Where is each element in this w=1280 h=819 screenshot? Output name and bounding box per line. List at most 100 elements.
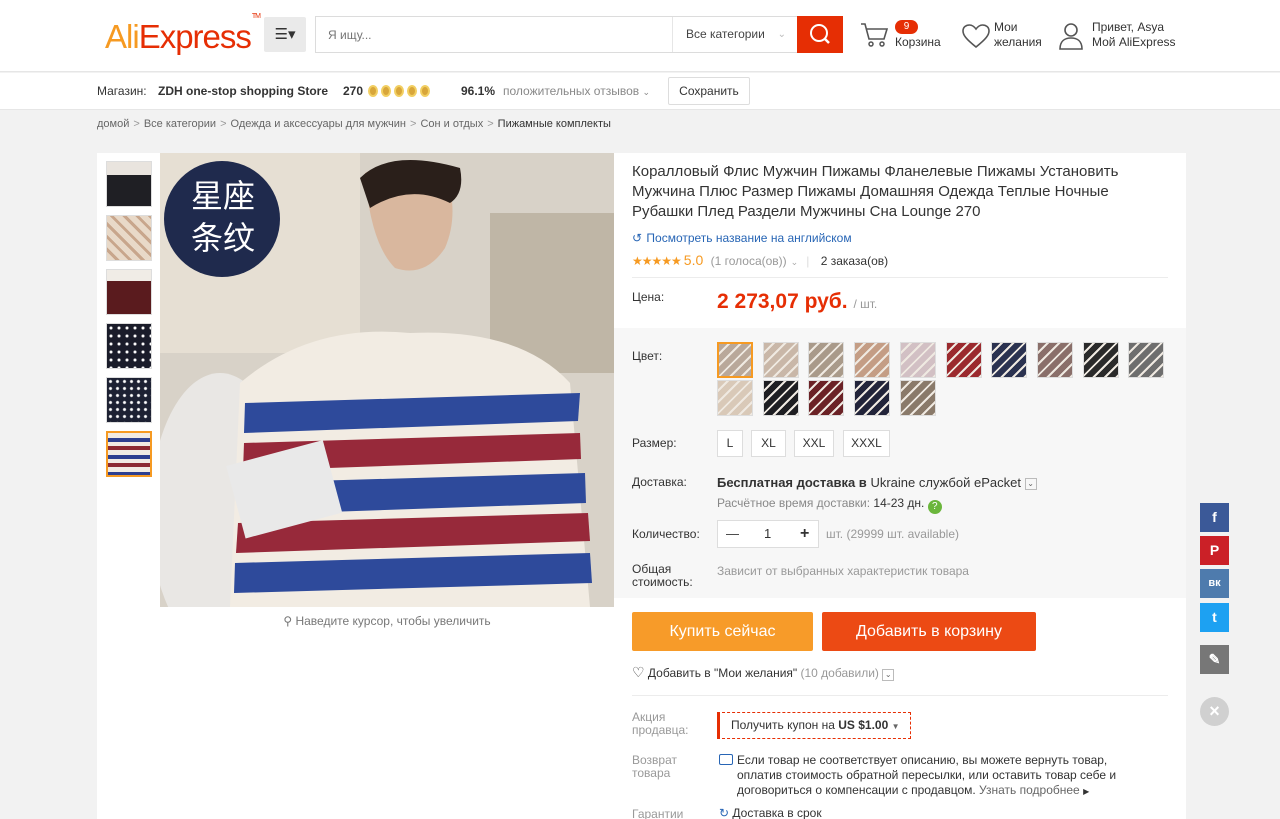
pinterest-share-icon[interactable]: P bbox=[1200, 536, 1229, 565]
store-score: 270 bbox=[343, 84, 364, 98]
close-icon[interactable]: × bbox=[1200, 697, 1229, 726]
color-swatch[interactable] bbox=[854, 380, 891, 416]
color-swatch[interactable] bbox=[854, 342, 891, 378]
logo-tm: TM bbox=[251, 13, 261, 20]
product-thumbnail[interactable] bbox=[106, 269, 152, 315]
rating-row: ★★★★★ 5.0 (1 голоса(ов)) ⌄ | 2 заказа(ов) bbox=[632, 252, 888, 270]
edit-icon[interactable]: ✎ bbox=[1200, 645, 1229, 674]
help-icon[interactable]: ? bbox=[927, 500, 942, 514]
breadcrumb-home[interactable]: домой bbox=[97, 118, 129, 130]
main-product-image[interactable]: 星座 条纹 bbox=[160, 153, 614, 607]
search-input[interactable] bbox=[316, 17, 671, 52]
product-thumbnail[interactable] bbox=[106, 377, 152, 423]
learn-more-link[interactable]: Узнать подробнее bbox=[979, 783, 1080, 797]
minus-button[interactable]: — bbox=[726, 521, 739, 547]
rating-stars-icon: ★★★★★ bbox=[632, 254, 682, 268]
english-title-text: Посмотреть название на английском bbox=[646, 231, 852, 245]
vk-share-icon[interactable]: вк bbox=[1200, 569, 1229, 598]
color-swatch[interactable] bbox=[1082, 342, 1119, 378]
delivery-time: Расчётное время доставки: 14-23 дн. ? bbox=[717, 496, 942, 514]
color-swatch[interactable] bbox=[808, 380, 845, 416]
plus-button[interactable]: + bbox=[800, 521, 809, 547]
wishlist-line2: желания bbox=[994, 35, 1042, 49]
product-thumbnail-selected[interactable] bbox=[106, 431, 152, 477]
color-swatch[interactable] bbox=[945, 342, 982, 378]
magnifier-icon: ⚲ bbox=[283, 614, 293, 628]
breadcrumb-separator: > bbox=[487, 118, 494, 130]
size-option-xl[interactable]: XL bbox=[751, 430, 786, 457]
return-icon bbox=[719, 754, 733, 765]
rating-divider: | bbox=[806, 254, 810, 268]
get-coupon-button[interactable]: Получить купон на US $1.00 ▼ bbox=[717, 712, 911, 739]
search-icon bbox=[810, 24, 830, 44]
account-greeting: Привет, Asya bbox=[1092, 20, 1165, 34]
color-swatch-selected[interactable] bbox=[717, 342, 753, 378]
chevron-down-icon: ⌄ bbox=[882, 669, 895, 681]
medal-icon bbox=[368, 85, 378, 97]
breadcrumb-all-categories[interactable]: Все категории bbox=[144, 118, 216, 130]
color-swatch[interactable] bbox=[991, 342, 1028, 378]
color-swatch[interactable] bbox=[899, 342, 936, 378]
user-icon[interactable] bbox=[1059, 22, 1083, 50]
logo-ali: Ali bbox=[105, 18, 140, 55]
return-label-line2: товара bbox=[632, 766, 671, 780]
breadcrumb-mens-clothing[interactable]: Одежда и аксессуары для мужчин bbox=[231, 118, 406, 130]
price: 2 273,07 руб. / шт. bbox=[717, 289, 877, 317]
delivery-label: Доставка: bbox=[632, 475, 687, 489]
color-swatch[interactable] bbox=[762, 342, 799, 378]
breadcrumb-sleep[interactable]: Сон и отдых bbox=[420, 118, 483, 130]
medal-icon bbox=[381, 85, 391, 97]
rating-votes-link[interactable]: (1 голоса(ов)) bbox=[711, 254, 787, 268]
guarantee-label: Гарантии bbox=[632, 807, 684, 819]
aliexpress-logo[interactable]: AliExpressTM bbox=[105, 13, 261, 57]
store-name-link[interactable]: ZDH one-stop shopping Store bbox=[158, 73, 328, 110]
add-to-wishlist[interactable]: ♡ Добавить в "Мои желания" (10 добавили)… bbox=[632, 664, 895, 681]
logo-express: Express bbox=[138, 18, 252, 55]
facebook-share-icon[interactable]: f bbox=[1200, 503, 1229, 532]
product-thumbnail[interactable] bbox=[106, 161, 152, 207]
zoom-hint: ⚲ Наведите курсор, чтобы увеличить bbox=[160, 614, 614, 628]
breadcrumb-current[interactable]: Пижамные комплекты bbox=[498, 118, 611, 130]
search-category-label: Все категории bbox=[686, 27, 765, 41]
coupon-text: Получить купон на bbox=[731, 718, 835, 732]
account-link[interactable]: Привет, Asya Мой AliExpress bbox=[1092, 20, 1176, 50]
cart-icon[interactable] bbox=[860, 22, 888, 48]
search-button[interactable] bbox=[797, 16, 843, 53]
color-swatch[interactable] bbox=[899, 380, 936, 416]
product-thumbnail[interactable] bbox=[106, 323, 152, 369]
size-option-l[interactable]: L bbox=[717, 430, 743, 457]
rating-score: 5.0 bbox=[683, 252, 704, 268]
color-swatch[interactable] bbox=[808, 342, 845, 378]
size-option-xxxl[interactable]: XXXL bbox=[843, 430, 890, 457]
twitter-share-icon[interactable]: t bbox=[1200, 603, 1229, 632]
save-store-button[interactable]: Сохранить bbox=[668, 77, 750, 105]
divider bbox=[632, 277, 1168, 278]
color-swatch[interactable] bbox=[1128, 342, 1165, 378]
badge-line2: 条纹 bbox=[190, 219, 255, 257]
english-title-link[interactable]: ↺ Посмотреть название на английском bbox=[632, 231, 852, 245]
coupon-amount: US $1.00 bbox=[838, 718, 889, 732]
delivery-time-value: 14-23 дн. bbox=[873, 496, 925, 510]
quantity-input[interactable]: 1 bbox=[764, 521, 771, 547]
buy-now-button[interactable]: Купить сейчас bbox=[632, 612, 813, 651]
product-thumbnail[interactable] bbox=[106, 215, 152, 261]
color-swatch[interactable] bbox=[1036, 342, 1073, 378]
color-label: Цвет: bbox=[632, 349, 663, 363]
delivery-info[interactable]: Бесплатная доставка в Ukraine службой eP… bbox=[717, 475, 1037, 491]
total-label-line2: стоимость: bbox=[632, 575, 693, 589]
breadcrumb-separator: > bbox=[220, 118, 227, 130]
feedback-percent: 96.1% bbox=[461, 84, 496, 98]
cart-label[interactable]: Корзина bbox=[895, 35, 941, 50]
color-swatch[interactable] bbox=[717, 380, 753, 416]
size-option-xxl[interactable]: XXL bbox=[794, 430, 834, 457]
wishlist-link[interactable]: Мои желания bbox=[994, 20, 1042, 50]
delivery-country: Ukraine bbox=[870, 475, 916, 490]
my-aliexpress-link: Мой AliExpress bbox=[1092, 35, 1176, 49]
feedback-dropdown[interactable]: положительных отзывов ⌄ bbox=[503, 73, 650, 111]
breadcrumb: домой > Все категории > Одежда и аксессуары … bbox=[97, 117, 611, 131]
color-swatch[interactable] bbox=[762, 380, 799, 416]
search-category-select[interactable]: Все категории ⌄ bbox=[672, 17, 798, 52]
add-to-cart-button[interactable]: Добавить в корзину bbox=[822, 612, 1036, 651]
heart-icon[interactable] bbox=[962, 24, 990, 49]
categories-menu-button[interactable]: ☰▾ bbox=[264, 17, 306, 52]
